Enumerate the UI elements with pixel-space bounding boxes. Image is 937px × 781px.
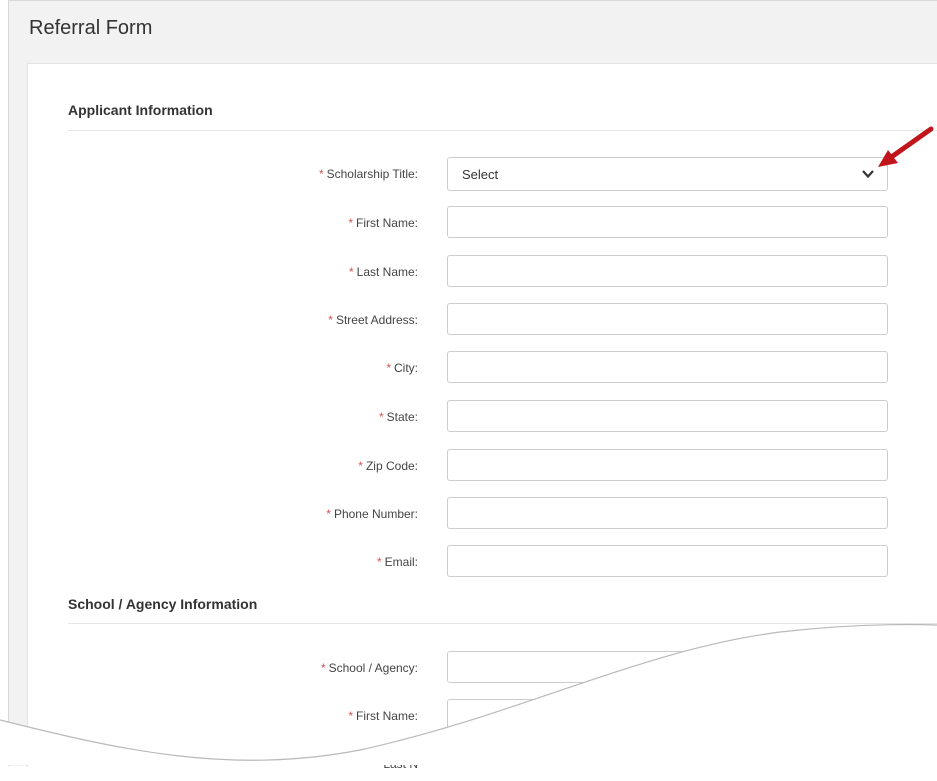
- label-text: State:: [386, 410, 418, 424]
- school-agency-field[interactable]: [447, 651, 888, 683]
- label-text: Scholarship Title:: [326, 167, 418, 181]
- phone-number-field[interactable]: [447, 497, 888, 529]
- label-text: Email:: [384, 555, 418, 569]
- required-marker: *: [348, 709, 353, 723]
- form-row-city: * City:: [28, 351, 937, 385]
- section-divider: [68, 623, 937, 624]
- required-marker: *: [386, 361, 391, 375]
- form-row-school-agency: * School / Agency:: [28, 651, 937, 685]
- required-marker: *: [318, 167, 324, 181]
- required-marker: *: [376, 555, 382, 569]
- required-marker: *: [320, 661, 326, 675]
- first-name-label: * First Name:: [218, 206, 418, 240]
- state-label: * State:: [218, 400, 418, 434]
- state-field[interactable]: [447, 400, 888, 432]
- phone-number-label: * Phone Number:: [218, 497, 418, 531]
- zip-code-field[interactable]: [447, 449, 888, 481]
- required-marker: *: [375, 757, 381, 771]
- street-address-label: * Street Address:: [218, 303, 418, 337]
- form-row-street-address: * Street Address:: [28, 303, 937, 337]
- scholarship-title-select[interactable]: Select: [447, 157, 888, 191]
- required-marker: *: [378, 410, 384, 424]
- form-row-first-name: * First Name:: [28, 206, 937, 240]
- last-name-field[interactable]: [447, 255, 888, 287]
- label-text: Last N: [383, 757, 418, 771]
- email-field[interactable]: [447, 545, 888, 577]
- label-text: First Name:: [355, 709, 418, 723]
- label-text: Last Name:: [356, 265, 418, 279]
- school-agency-label: * School / Agency:: [218, 651, 418, 685]
- label-text: City:: [394, 361, 418, 375]
- required-marker: *: [328, 313, 333, 327]
- label-text: School / Agency:: [328, 661, 418, 675]
- label-text: Phone Number:: [333, 507, 418, 521]
- label-text: First Name:: [355, 216, 418, 230]
- first-name-field[interactable]: [447, 206, 888, 238]
- section-title-school-agency: School / Agency Information: [68, 596, 258, 612]
- form-row-phone-number: * Phone Number:: [28, 497, 937, 531]
- form-row-email: * Email:: [28, 545, 937, 579]
- contact-first-name-label: * First Name:: [218, 699, 418, 733]
- form-row-scholarship-title: * Scholarship Title: Select: [28, 157, 937, 191]
- contact-first-name-field[interactable]: [447, 699, 888, 731]
- email-label: * Email:: [218, 545, 418, 579]
- form-row-state: * State:: [28, 400, 937, 434]
- section-divider: [68, 130, 937, 131]
- select-value: Select: [462, 167, 499, 182]
- required-marker: *: [348, 216, 353, 230]
- form-row-last-name: * Last Name:: [28, 255, 937, 289]
- required-marker: *: [326, 507, 331, 521]
- form-row-contact-first-name: * First Name:: [28, 699, 937, 733]
- red-arrow-icon: [878, 126, 934, 167]
- scholarship-title-label: * Scholarship Title:: [218, 157, 418, 191]
- page-title: Referral Form: [29, 17, 153, 39]
- last-name-label: * Last Name:: [218, 255, 418, 289]
- label-text: Zip Code:: [365, 459, 418, 473]
- required-marker: *: [358, 459, 363, 473]
- required-marker: *: [348, 265, 354, 279]
- chevron-down-icon: [862, 170, 874, 179]
- contact-last-name-label: * Last N: [218, 747, 418, 781]
- section-title-applicant: Applicant Information: [68, 102, 213, 118]
- zip-code-label: * Zip Code:: [218, 449, 418, 483]
- city-label: * City:: [218, 351, 418, 385]
- street-address-field[interactable]: [447, 303, 888, 335]
- label-text: Street Address:: [335, 313, 418, 327]
- form-row-contact-last-name: * Last N: [28, 747, 937, 781]
- form-card: Applicant Information * Scholarship Title…: [27, 63, 937, 771]
- city-field[interactable]: [447, 351, 888, 383]
- form-row-zip-code: * Zip Code:: [28, 449, 937, 483]
- page-background: Referral Form Applicant Information * Sch…: [8, 0, 937, 771]
